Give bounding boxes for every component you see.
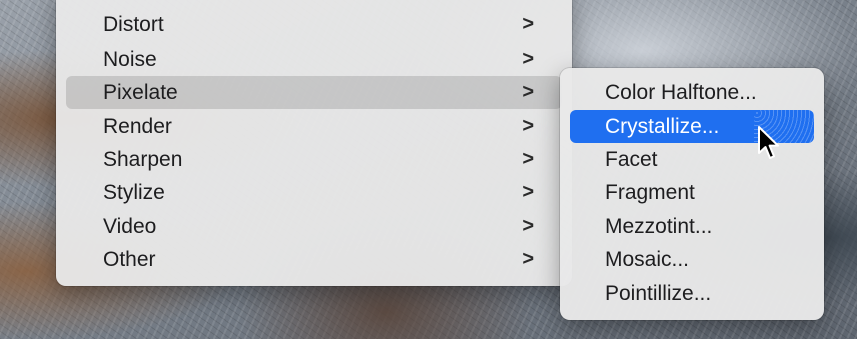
arrow-pointer-icon xyxy=(758,126,779,159)
chevron-right-icon: > xyxy=(522,81,534,103)
menu-item-label: Other xyxy=(103,248,156,271)
menu-item-render[interactable]: Render > xyxy=(66,110,562,143)
chevron-right-icon: > xyxy=(522,148,534,170)
submenu-item-mezzotint[interactable]: Mezzotint... xyxy=(570,210,814,243)
submenu-item-label: Mezzotint... xyxy=(605,215,713,238)
submenu-item-label: Fragment xyxy=(605,181,695,204)
chevron-right-icon: > xyxy=(522,48,534,70)
submenu-item-fragment[interactable]: Fragment xyxy=(570,176,814,209)
menu-item-sharpen[interactable]: Sharpen > xyxy=(66,143,562,176)
submenu-item-color-halftone[interactable]: Color Halftone... xyxy=(570,76,814,109)
menu-item-distort[interactable]: Distort > xyxy=(66,8,562,41)
menu-item-noise[interactable]: Noise > xyxy=(66,43,562,76)
pixelate-submenu: Color Halftone... Crystallize... Facet F… xyxy=(560,68,824,320)
submenu-item-mosaic[interactable]: Mosaic... xyxy=(570,243,814,276)
menu-item-label: Render xyxy=(103,115,172,138)
submenu-item-label: Facet xyxy=(605,148,658,171)
chevron-right-icon: > xyxy=(522,13,534,35)
submenu-item-label: Color Halftone... xyxy=(605,81,757,104)
menu-item-label: Noise xyxy=(103,48,157,71)
menu-item-label: Pixelate xyxy=(103,81,178,104)
menu-item-stylize[interactable]: Stylize > xyxy=(66,176,562,209)
submenu-item-label: Mosaic... xyxy=(605,248,690,271)
menu-item-pixelate[interactable]: Pixelate > xyxy=(66,76,562,109)
menu-item-label: Video xyxy=(103,215,157,238)
chevron-right-icon: > xyxy=(522,248,534,270)
chevron-right-icon: > xyxy=(522,115,534,137)
chevron-right-icon: > xyxy=(522,215,534,237)
submenu-item-label: Crystallize... xyxy=(605,115,720,138)
filter-menu: Distort > Noise > Pixelate > Render > Sh… xyxy=(56,0,572,286)
menu-item-label: Distort xyxy=(103,13,164,36)
submenu-item-label: Pointillize... xyxy=(605,282,712,305)
menu-item-label: Sharpen xyxy=(103,148,183,171)
submenu-item-pointillize[interactable]: Pointillize... xyxy=(570,277,814,310)
menu-item-label: Stylize xyxy=(103,181,165,204)
menu-item-video[interactable]: Video > xyxy=(66,210,562,243)
menu-item-other[interactable]: Other > xyxy=(66,243,562,276)
chevron-right-icon: > xyxy=(522,181,534,203)
